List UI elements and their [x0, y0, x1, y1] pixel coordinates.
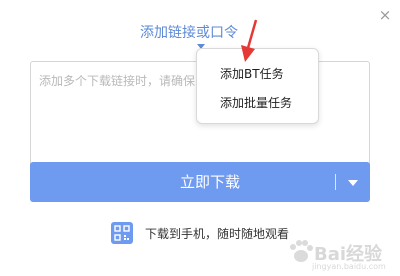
dialog: × 添加链接或口令 添加多个下载链接时，请确保 立即下载 下载到手机，随时随地观…	[0, 0, 400, 276]
download-options-chevron-icon[interactable]	[348, 180, 358, 186]
watermark: Bai经验 jingyan.baidu.com	[284, 226, 396, 274]
watermark-url: jingyan.baidu.com	[312, 262, 386, 271]
download-now-button[interactable]: 立即下载	[30, 162, 370, 202]
download-to-phone-text[interactable]: 下载到手机，随时随地观看	[145, 225, 289, 242]
menu-item-add-batch-task[interactable]: 添加批量任务	[220, 94, 292, 111]
qr-code-icon[interactable]	[111, 222, 133, 244]
button-divider	[335, 174, 336, 190]
download-now-label: 立即下载	[179, 173, 240, 191]
close-icon[interactable]: ×	[376, 6, 394, 24]
menu-item-add-bt-task[interactable]: 添加BT任务	[220, 65, 284, 82]
link-input-placeholder: 添加多个下载链接时，请确保	[39, 74, 196, 88]
red-annotation-arrow-icon	[241, 19, 258, 62]
